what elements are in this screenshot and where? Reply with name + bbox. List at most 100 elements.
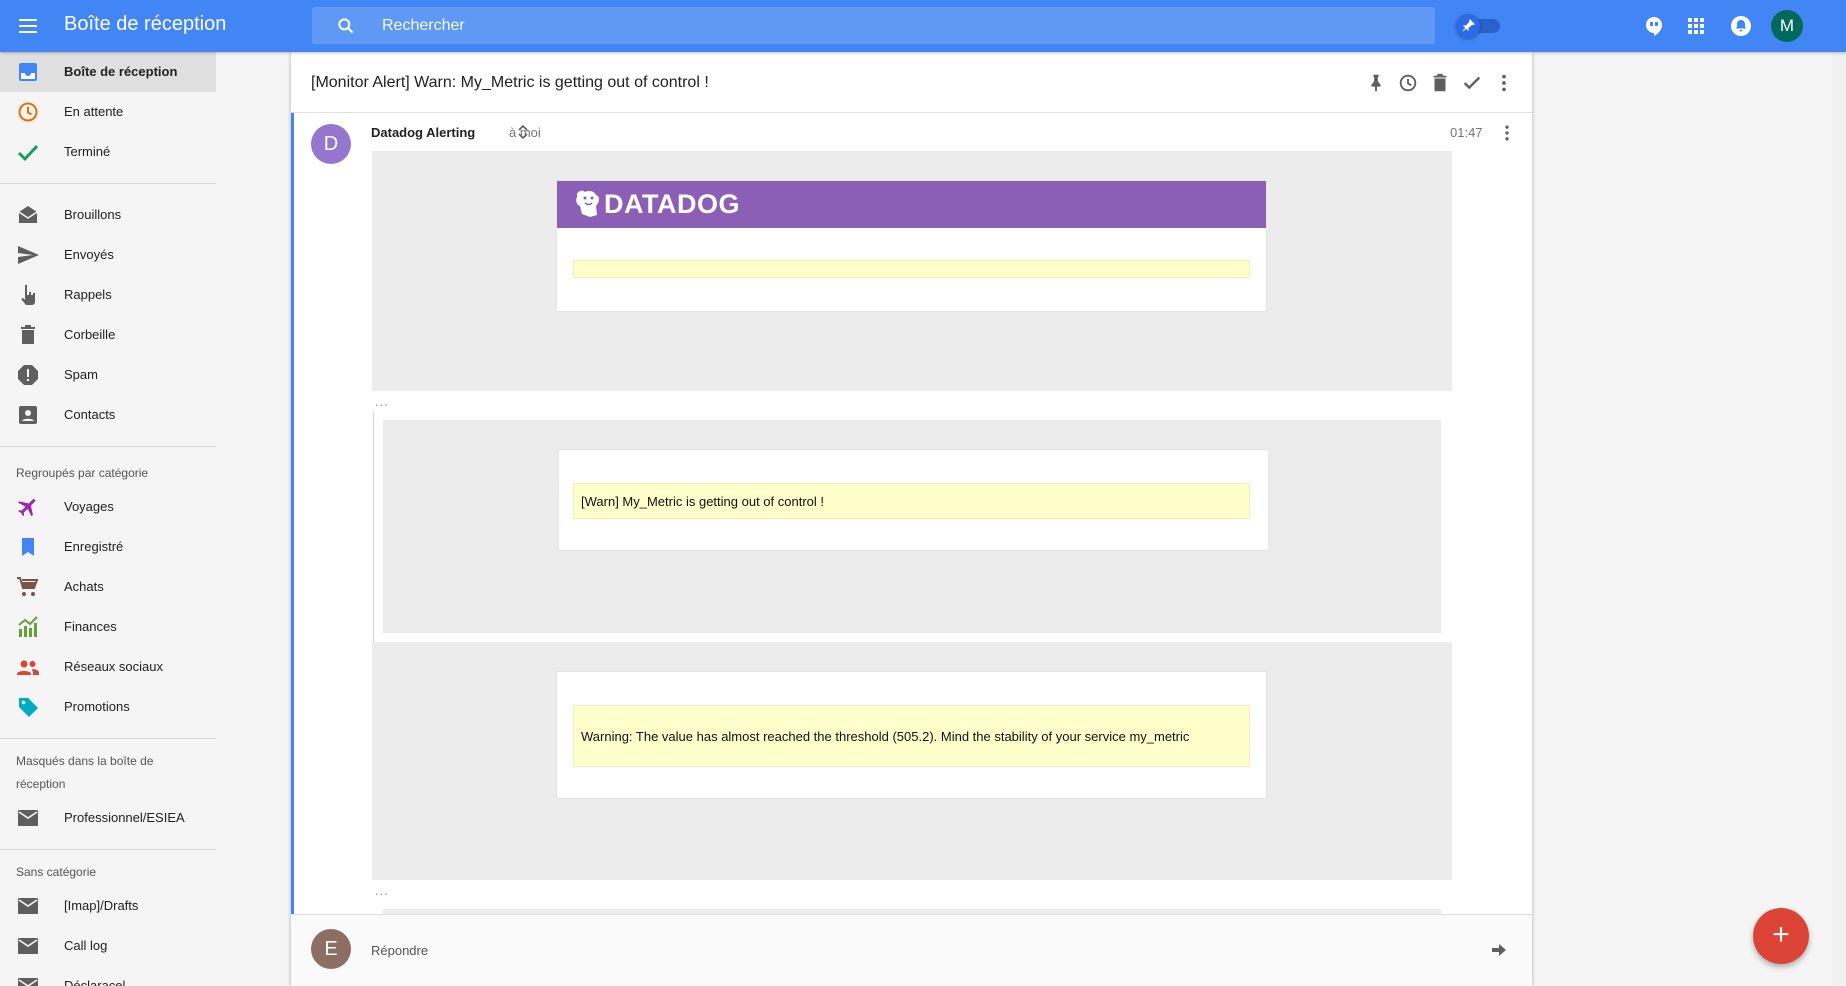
- menu-icon[interactable]: [16, 14, 40, 38]
- page-scrollbar[interactable]: [1832, 0, 1846, 986]
- mail-icon: [18, 810, 38, 826]
- sidebar-item-saved[interactable]: Enregistré: [0, 527, 216, 567]
- datadog-banner: DATADOG: [557, 181, 1266, 228]
- people-icon: [17, 660, 39, 675]
- hangouts-icon[interactable]: [1642, 14, 1666, 38]
- check-icon: [18, 145, 39, 162]
- sidebar-item-label: Achats: [64, 579, 104, 594]
- reply-arrow-icon[interactable]: [1491, 942, 1507, 958]
- pin-icon[interactable]: [1365, 72, 1387, 94]
- alert-message-box: Warning: The value has almost reached th…: [573, 705, 1250, 767]
- sender-name[interactable]: Datadog Alerting: [371, 125, 475, 140]
- datadog-logo-icon: [576, 190, 600, 217]
- sidebar-item-label: Voyages: [64, 499, 114, 514]
- sidebar-item-label: En attente: [64, 104, 124, 119]
- sidebar-item-label: Enregistré: [64, 539, 124, 554]
- sidebar: Boîte de réception En attente Terminé Br…: [0, 52, 216, 986]
- sidebar-item-label: Call log: [64, 938, 108, 953]
- sidebar-item-label: Contacts: [64, 407, 116, 422]
- message-more-icon[interactable]: [1497, 123, 1517, 143]
- email-body-block: Warning: The value has almost reached th…: [372, 642, 1452, 880]
- account-avatar[interactable]: M: [1771, 10, 1803, 42]
- trash-icon: [21, 325, 35, 344]
- done-check-icon[interactable]: [1461, 72, 1483, 94]
- sidebar-item-label: Envoyés: [64, 247, 114, 262]
- contacts-icon: [19, 406, 37, 424]
- expand-details-icon[interactable]: [516, 124, 530, 140]
- email-thread-card: [Monitor Alert] Warn: My_Metric is getti…: [291, 52, 1532, 986]
- compose-fab-button[interactable]: +: [1753, 908, 1809, 964]
- sidebar-item-imap-drafts[interactable]: [Imap]/Drafts: [0, 886, 216, 926]
- sidebar-divider: [0, 849, 216, 850]
- sidebar-item-label: [Imap]/Drafts: [64, 898, 139, 913]
- reply-label[interactable]: Répondre: [371, 943, 428, 958]
- email-content-panel: Warning: The value has almost reached th…: [557, 672, 1266, 798]
- search-icon[interactable]: [336, 16, 356, 36]
- sidebar-divider: [0, 183, 216, 184]
- sidebar-item-purchases[interactable]: Achats: [0, 567, 216, 607]
- empty-highlight-box: [573, 260, 1250, 278]
- search-bar[interactable]: [312, 7, 1435, 44]
- trash-icon[interactable]: [1429, 72, 1451, 94]
- finance-chart-icon: [18, 616, 38, 637]
- sidebar-item-snoozed[interactable]: En attente: [0, 92, 216, 132]
- sidebar-item-label: Terminé: [64, 144, 111, 159]
- more-vert-icon[interactable]: [1493, 72, 1515, 94]
- sidebar-item-travel[interactable]: Voyages: [0, 487, 216, 527]
- search-input[interactable]: [382, 7, 1422, 44]
- reply-bar[interactable]: E Répondre: [291, 914, 1532, 986]
- pin-icon: [1462, 19, 1475, 32]
- sidebar-item-label: Brouillons: [64, 207, 122, 222]
- pinned-toggle[interactable]: [1456, 14, 1502, 38]
- sidebar-item-label: Rappels: [64, 287, 112, 302]
- sidebar-item-finance[interactable]: Finances: [0, 607, 216, 647]
- apps-grid-icon[interactable]: [1684, 14, 1708, 38]
- sidebar-item-social[interactable]: Réseaux sociaux: [0, 647, 216, 687]
- thread-subject: [Monitor Alert] Warn: My_Metric is getti…: [311, 74, 709, 91]
- sidebar-item-label: Réseaux sociaux: [64, 659, 163, 674]
- sidebar-item-spam[interactable]: Spam: [0, 355, 216, 395]
- email-body-block: [Warn] My_Metric is getting out of contr…: [383, 420, 1441, 633]
- mail-icon: [18, 978, 38, 986]
- sidebar-item-label: Corbeille: [64, 327, 116, 342]
- sidebar-item-label: Finances: [64, 619, 117, 634]
- mail-icon: [18, 898, 38, 914]
- send-icon: [18, 246, 39, 264]
- app-title: Boîte de réception: [64, 13, 227, 35]
- email-body-block: DATADOG: [372, 151, 1452, 391]
- inbox-icon: [19, 63, 37, 81]
- sidebar-item-done[interactable]: Terminé: [0, 132, 216, 172]
- sender-avatar: D: [311, 124, 351, 164]
- section-title-hidden: Masqués dans la boîte de réception: [16, 754, 154, 791]
- clock-icon: [18, 102, 38, 122]
- quoted-text-toggle[interactable]: ...: [375, 883, 389, 898]
- sidebar-item-sent[interactable]: Envoyés: [0, 235, 216, 275]
- sidebar-item-declaracel[interactable]: Déclaracel: [0, 966, 216, 986]
- sidebar-item-inbox[interactable]: Boîte de réception: [0, 52, 216, 92]
- snooze-clock-icon[interactable]: [1397, 72, 1419, 94]
- sidebar-item-trash[interactable]: Corbeille: [0, 315, 216, 355]
- sidebar-item-label: Professionnel/ESIEA: [64, 810, 185, 825]
- spam-icon: [18, 365, 38, 385]
- header-separator: [291, 112, 1532, 113]
- bookmark-icon: [22, 538, 34, 556]
- email-content-panel: DATADOG: [557, 181, 1266, 311]
- quoted-text-toggle[interactable]: ...: [375, 394, 389, 409]
- message-time: 01:47: [1450, 125, 1483, 140]
- sidebar-item-drafts[interactable]: Brouillons: [0, 195, 216, 235]
- sidebar-divider: [0, 446, 216, 447]
- sidebar-item-contacts[interactable]: Contacts: [0, 395, 216, 435]
- sidebar-item-professionnel-esiea[interactable]: Professionnel/ESIEA: [0, 798, 216, 838]
- sidebar-divider: [0, 738, 216, 739]
- sidebar-item-promotions[interactable]: Promotions: [0, 687, 216, 727]
- notifications-icon[interactable]: [1729, 14, 1753, 38]
- mail-icon: [18, 938, 38, 954]
- sidebar-item-call-log[interactable]: Call log: [0, 926, 216, 966]
- alert-title-box: [Warn] My_Metric is getting out of contr…: [573, 483, 1250, 519]
- tag-icon: [19, 698, 38, 717]
- sidebar-item-reminders[interactable]: Rappels: [0, 275, 216, 315]
- thread-accent-bar: [291, 113, 294, 986]
- plane-icon: [18, 499, 36, 517]
- reminder-hand-icon: [21, 285, 35, 305]
- sidebar-item-label: Spam: [64, 367, 98, 382]
